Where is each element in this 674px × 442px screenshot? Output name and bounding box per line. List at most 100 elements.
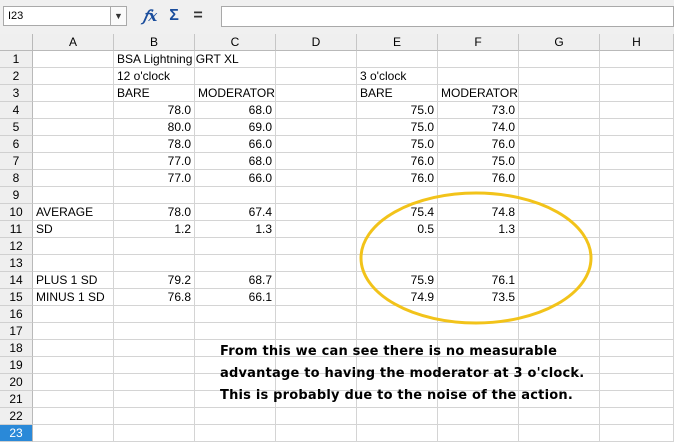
cell-c5[interactable]: 69.0 [195, 119, 276, 136]
cell-d22[interactable] [276, 408, 357, 425]
row-header-13[interactable]: 13 [0, 255, 33, 272]
row-header-16[interactable]: 16 [0, 306, 33, 323]
column-header-a[interactable]: A [33, 34, 114, 51]
cell-e17[interactable] [357, 323, 438, 340]
cell-b21[interactable] [114, 391, 195, 408]
cell-c16[interactable] [195, 306, 276, 323]
cell-c2[interactable] [195, 68, 276, 85]
cell-d2[interactable] [276, 68, 357, 85]
cell-c7[interactable]: 68.0 [195, 153, 276, 170]
cell-g10[interactable] [519, 204, 600, 221]
cell-g13[interactable] [519, 255, 600, 272]
cell-h6[interactable] [600, 136, 674, 153]
cell-b2[interactable]: 12 o'clock [114, 68, 195, 85]
row-header-17[interactable]: 17 [0, 323, 33, 340]
row-header-6[interactable]: 6 [0, 136, 33, 153]
row-header-1[interactable]: 1 [0, 51, 33, 68]
cell-e16[interactable] [357, 306, 438, 323]
cell-a20[interactable] [33, 374, 114, 391]
cell-e2[interactable]: 3 o'clock [357, 68, 438, 85]
row-header-10[interactable]: 10 [0, 204, 33, 221]
cell-h14[interactable] [600, 272, 674, 289]
cell-a14[interactable]: PLUS 1 SD [33, 272, 114, 289]
cell-f15[interactable]: 73.5 [438, 289, 519, 306]
column-header-d[interactable]: D [276, 34, 357, 51]
cell-g14[interactable] [519, 272, 600, 289]
cell-c11[interactable]: 1.3 [195, 221, 276, 238]
cell-d9[interactable] [276, 187, 357, 204]
cell-d11[interactable] [276, 221, 357, 238]
cell-e6[interactable]: 75.0 [357, 136, 438, 153]
cell-f9[interactable] [438, 187, 519, 204]
cell-h16[interactable] [600, 306, 674, 323]
cell-d8[interactable] [276, 170, 357, 187]
cell-d7[interactable] [276, 153, 357, 170]
row-header-14[interactable]: 14 [0, 272, 33, 289]
cell-e3[interactable]: BARE [357, 85, 438, 102]
cell-g16[interactable] [519, 306, 600, 323]
column-header-c[interactable]: C [195, 34, 276, 51]
cell-e15[interactable]: 74.9 [357, 289, 438, 306]
cell-g17[interactable] [519, 323, 600, 340]
cell-h23[interactable] [600, 425, 674, 442]
cell-b13[interactable] [114, 255, 195, 272]
cell-g3[interactable] [519, 85, 600, 102]
cell-a17[interactable] [33, 323, 114, 340]
cell-h3[interactable] [600, 85, 674, 102]
sum-icon[interactable]: Σ [164, 6, 184, 26]
cell-g6[interactable] [519, 136, 600, 153]
cell-a22[interactable] [33, 408, 114, 425]
cell-b22[interactable] [114, 408, 195, 425]
cell-f8[interactable]: 76.0 [438, 170, 519, 187]
cell-e4[interactable]: 75.0 [357, 102, 438, 119]
row-header-7[interactable]: 7 [0, 153, 33, 170]
row-header-22[interactable]: 22 [0, 408, 33, 425]
cell-b4[interactable]: 78.0 [114, 102, 195, 119]
cell-f1[interactable] [438, 51, 519, 68]
cell-c4[interactable]: 68.0 [195, 102, 276, 119]
formula-icon[interactable]: = [188, 6, 208, 26]
cell-g15[interactable] [519, 289, 600, 306]
cell-b7[interactable]: 77.0 [114, 153, 195, 170]
row-header-11[interactable]: 11 [0, 221, 33, 238]
cell-c1[interactable] [195, 51, 276, 68]
cell-f23[interactable] [438, 425, 519, 442]
name-box[interactable]: I23 [3, 6, 127, 26]
cell-f11[interactable]: 1.3 [438, 221, 519, 238]
cell-a7[interactable] [33, 153, 114, 170]
cell-c14[interactable]: 68.7 [195, 272, 276, 289]
cell-h4[interactable] [600, 102, 674, 119]
cell-g22[interactable] [519, 408, 600, 425]
cell-a8[interactable] [33, 170, 114, 187]
cell-c12[interactable] [195, 238, 276, 255]
cell-f17[interactable] [438, 323, 519, 340]
cell-h5[interactable] [600, 119, 674, 136]
cell-a3[interactable] [33, 85, 114, 102]
cell-c10[interactable]: 67.4 [195, 204, 276, 221]
cell-h12[interactable] [600, 238, 674, 255]
cell-d1[interactable] [276, 51, 357, 68]
row-header-18[interactable]: 18 [0, 340, 33, 357]
row-header-12[interactable]: 12 [0, 238, 33, 255]
cell-f6[interactable]: 76.0 [438, 136, 519, 153]
column-header-e[interactable]: E [357, 34, 438, 51]
cell-b8[interactable]: 77.0 [114, 170, 195, 187]
cell-f12[interactable] [438, 238, 519, 255]
cell-e5[interactable]: 75.0 [357, 119, 438, 136]
cell-h7[interactable] [600, 153, 674, 170]
cell-h10[interactable] [600, 204, 674, 221]
cell-f4[interactable]: 73.0 [438, 102, 519, 119]
cell-d4[interactable] [276, 102, 357, 119]
cell-g4[interactable] [519, 102, 600, 119]
cell-e23[interactable] [357, 425, 438, 442]
cell-a12[interactable] [33, 238, 114, 255]
column-header-h[interactable]: H [600, 34, 674, 51]
cell-f2[interactable] [438, 68, 519, 85]
cell-e9[interactable] [357, 187, 438, 204]
cell-d3[interactable] [276, 85, 357, 102]
cell-b12[interactable] [114, 238, 195, 255]
cell-h11[interactable] [600, 221, 674, 238]
cell-a2[interactable] [33, 68, 114, 85]
cell-e14[interactable]: 75.9 [357, 272, 438, 289]
cell-b19[interactable] [114, 357, 195, 374]
